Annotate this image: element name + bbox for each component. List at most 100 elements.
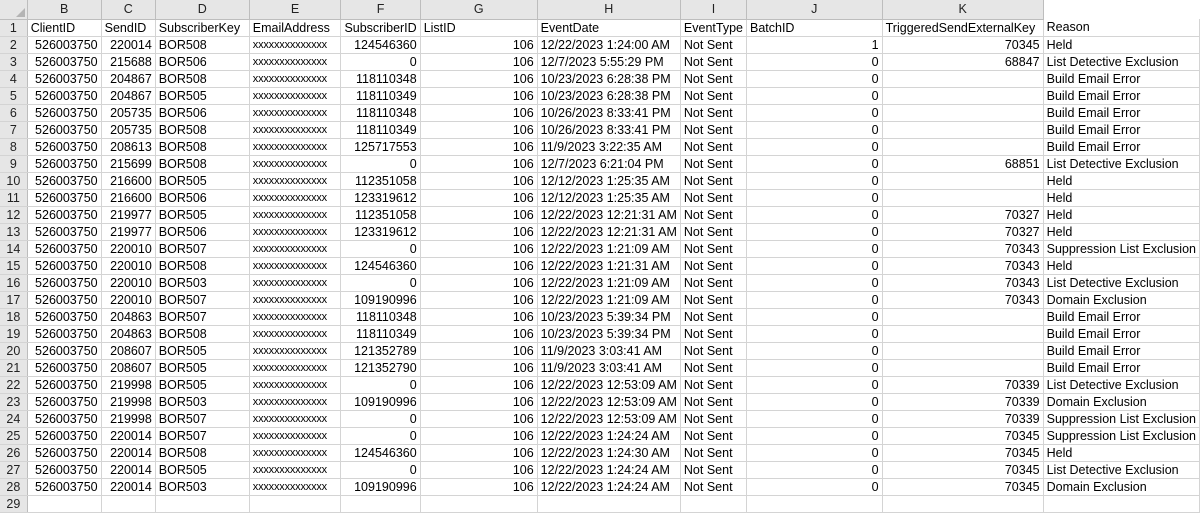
row-header-19[interactable]: 19 <box>0 325 28 343</box>
cell-event-date[interactable]: 12/22/2023 12:21:31 AM <box>537 206 681 224</box>
cell-batch-id[interactable]: 0 <box>746 70 883 88</box>
cell-subscriber-key[interactable]: BOR503 <box>155 478 250 496</box>
cell-event-type[interactable]: Not Sent <box>680 308 747 326</box>
column-header-i[interactable]: I <box>680 0 747 20</box>
cell-list-id[interactable]: 106 <box>420 223 538 241</box>
cell-send-id[interactable]: 220010 <box>101 257 156 275</box>
row-header-7[interactable]: 7 <box>0 121 28 139</box>
cell-client-id[interactable]: 526003750 <box>27 291 102 309</box>
cell-reason[interactable]: Held <box>1043 189 1200 207</box>
cell-event-type[interactable]: Not Sent <box>680 189 747 207</box>
cell-subscriber-id[interactable]: 112351058 <box>340 172 421 190</box>
cell-event-type[interactable]: Not Sent <box>680 53 747 71</box>
column-header-j[interactable]: J <box>746 0 883 20</box>
cell-event-date[interactable]: 12/22/2023 1:24:24 AM <box>537 461 681 479</box>
cell-subscriber-id[interactable]: 123319612 <box>340 223 421 241</box>
row-header-12[interactable]: 12 <box>0 206 28 224</box>
column-header-f[interactable]: F <box>340 0 421 20</box>
cell-list-id[interactable]: 106 <box>420 172 538 190</box>
empty-cell[interactable] <box>882 495 1044 513</box>
cell-send-id[interactable]: 220010 <box>101 274 156 292</box>
cell-list-id[interactable]: 106 <box>420 291 538 309</box>
cell-batch-id[interactable]: 0 <box>746 172 883 190</box>
cell-email-address[interactable]: xxxxxxxxxxxxxx <box>249 478 342 496</box>
header-cell-list-id[interactable]: ListID <box>420 19 538 37</box>
cell-reason[interactable]: Build Email Error <box>1043 121 1200 139</box>
cell-email-address[interactable]: xxxxxxxxxxxxxx <box>249 308 342 326</box>
cell-client-id[interactable]: 526003750 <box>27 223 102 241</box>
cell-email-address[interactable]: xxxxxxxxxxxxxx <box>249 172 342 190</box>
cell-client-id[interactable]: 526003750 <box>27 342 102 360</box>
cell-client-id[interactable]: 526003750 <box>27 138 102 156</box>
cell-reason[interactable]: List Detective Exclusion <box>1043 274 1200 292</box>
cell-list-id[interactable]: 106 <box>420 342 538 360</box>
cell-list-id[interactable]: 106 <box>420 478 538 496</box>
cell-triggered-send-external-key[interactable]: 70343 <box>882 274 1044 292</box>
cell-subscriber-id[interactable]: 118110349 <box>340 325 421 343</box>
cell-send-id[interactable]: 220010 <box>101 240 156 258</box>
cell-triggered-send-external-key[interactable]: 70345 <box>882 461 1044 479</box>
cell-list-id[interactable]: 106 <box>420 53 538 71</box>
row-header-27[interactable]: 27 <box>0 461 28 479</box>
row-header-1[interactable]: 1 <box>0 19 28 37</box>
cell-client-id[interactable]: 526003750 <box>27 427 102 445</box>
cell-reason[interactable]: Held <box>1043 172 1200 190</box>
cell-subscriber-key[interactable]: BOR507 <box>155 410 250 428</box>
cell-reason[interactable]: List Detective Exclusion <box>1043 53 1200 71</box>
cell-reason[interactable]: Suppression List Exclusion <box>1043 240 1200 258</box>
cell-client-id[interactable]: 526003750 <box>27 461 102 479</box>
cell-triggered-send-external-key[interactable] <box>882 87 1044 105</box>
cell-email-address[interactable]: xxxxxxxxxxxxxx <box>249 325 342 343</box>
empty-cell[interactable] <box>680 495 747 513</box>
cell-reason[interactable]: Build Email Error <box>1043 342 1200 360</box>
cell-send-id[interactable]: 216600 <box>101 189 156 207</box>
cell-email-address[interactable]: xxxxxxxxxxxxxx <box>249 121 342 139</box>
row-header-28[interactable]: 28 <box>0 478 28 496</box>
cell-list-id[interactable]: 106 <box>420 206 538 224</box>
cell-event-type[interactable]: Not Sent <box>680 257 747 275</box>
cell-subscriber-key[interactable]: BOR505 <box>155 461 250 479</box>
cell-event-type[interactable]: Not Sent <box>680 155 747 173</box>
cell-event-type[interactable]: Not Sent <box>680 87 747 105</box>
cell-triggered-send-external-key[interactable]: 70343 <box>882 240 1044 258</box>
cell-triggered-send-external-key[interactable]: 70339 <box>882 393 1044 411</box>
cell-reason[interactable]: Domain Exclusion <box>1043 291 1200 309</box>
cell-client-id[interactable]: 526003750 <box>27 257 102 275</box>
cell-email-address[interactable]: xxxxxxxxxxxxxx <box>249 189 342 207</box>
cell-subscriber-key[interactable]: BOR508 <box>155 70 250 88</box>
cell-triggered-send-external-key[interactable]: 70339 <box>882 410 1044 428</box>
cell-event-date[interactable]: 10/23/2023 5:39:34 PM <box>537 308 681 326</box>
cell-email-address[interactable]: xxxxxxxxxxxxxx <box>249 223 342 241</box>
cell-event-date[interactable]: 12/7/2023 5:55:29 PM <box>537 53 681 71</box>
cell-subscriber-id[interactable]: 0 <box>340 274 421 292</box>
cell-send-id[interactable]: 204863 <box>101 325 156 343</box>
cell-subscriber-id[interactable]: 112351058 <box>340 206 421 224</box>
cell-reason[interactable]: Suppression List Exclusion <box>1043 427 1200 445</box>
cell-client-id[interactable]: 526003750 <box>27 376 102 394</box>
row-header-26[interactable]: 26 <box>0 444 28 462</box>
cell-subscriber-key[interactable]: BOR505 <box>155 172 250 190</box>
row-header-17[interactable]: 17 <box>0 291 28 309</box>
column-header-g[interactable]: G <box>420 0 538 20</box>
empty-cell[interactable] <box>27 495 102 513</box>
cell-reason[interactable]: Build Email Error <box>1043 325 1200 343</box>
cell-event-date[interactable]: 11/9/2023 3:22:35 AM <box>537 138 681 156</box>
cell-client-id[interactable]: 526003750 <box>27 359 102 377</box>
cell-triggered-send-external-key[interactable]: 68847 <box>882 53 1044 71</box>
cell-subscriber-key[interactable]: BOR508 <box>155 36 250 54</box>
empty-cell[interactable] <box>101 495 156 513</box>
cell-event-date[interactable]: 12/12/2023 1:25:35 AM <box>537 172 681 190</box>
cell-event-type[interactable]: Not Sent <box>680 461 747 479</box>
cell-event-type[interactable]: Not Sent <box>680 478 747 496</box>
cell-client-id[interactable]: 526003750 <box>27 393 102 411</box>
cell-email-address[interactable]: xxxxxxxxxxxxxx <box>249 359 342 377</box>
cell-event-date[interactable]: 11/9/2023 3:03:41 AM <box>537 359 681 377</box>
row-header-5[interactable]: 5 <box>0 87 28 105</box>
row-header-24[interactable]: 24 <box>0 410 28 428</box>
cell-batch-id[interactable]: 0 <box>746 104 883 122</box>
cell-triggered-send-external-key[interactable]: 70327 <box>882 206 1044 224</box>
row-header-21[interactable]: 21 <box>0 359 28 377</box>
cell-event-type[interactable]: Not Sent <box>680 393 747 411</box>
cell-batch-id[interactable]: 0 <box>746 427 883 445</box>
column-header-h[interactable]: H <box>537 0 681 20</box>
